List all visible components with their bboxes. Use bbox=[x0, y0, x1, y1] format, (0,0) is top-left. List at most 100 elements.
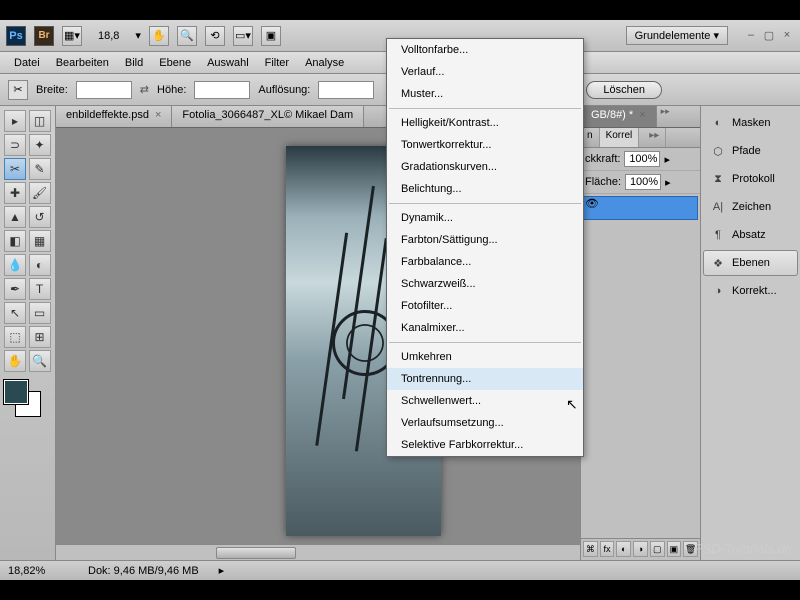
panel-paragraph[interactable]: ¶Absatz bbox=[703, 222, 798, 248]
path-tool-icon[interactable]: ↖ bbox=[4, 302, 26, 324]
minimize-icon[interactable]: – bbox=[744, 29, 758, 42]
panel-history[interactable]: ⧗Protokoll bbox=[703, 166, 798, 192]
wand-tool-icon[interactable]: ✦ bbox=[29, 134, 51, 156]
dodge-tool-icon[interactable]: ◐ bbox=[29, 254, 51, 276]
tab-overflow-icon[interactable]: ▸▸ bbox=[661, 106, 670, 127]
chevron-right-icon[interactable]: ▸ bbox=[665, 176, 671, 189]
3d-cam-icon[interactable]: ⊞ bbox=[29, 326, 51, 348]
menu-item[interactable]: Verlauf... bbox=[387, 61, 583, 83]
fill-input[interactable] bbox=[625, 174, 661, 190]
close-tab-icon[interactable]: × bbox=[639, 109, 645, 121]
chevron-right-icon[interactable]: ▸ bbox=[664, 153, 670, 166]
menu-item[interactable]: Farbton/Sättigung... bbox=[387, 229, 583, 251]
menu-item[interactable]: Farbbalance... bbox=[387, 251, 583, 273]
menu-item[interactable]: Volltonfarbe... bbox=[387, 39, 583, 61]
history-brush-icon[interactable]: ↺ bbox=[29, 206, 51, 228]
menu-item[interactable]: Dynamik... bbox=[387, 207, 583, 229]
zoom-icon[interactable]: 🔍 bbox=[177, 26, 197, 46]
document-tab[interactable]: GB/8#) *× bbox=[581, 106, 657, 127]
fx-icon[interactable]: fx bbox=[600, 541, 615, 557]
panel-overflow-icon[interactable]: ▸▸ bbox=[643, 128, 666, 147]
panel-adjustments[interactable]: ◑Korrekt... bbox=[703, 278, 798, 304]
hand-tool-icon[interactable]: ✋ bbox=[4, 350, 26, 372]
arrange-icon[interactable]: ▭▾ bbox=[233, 26, 253, 46]
menu-ebene[interactable]: Ebene bbox=[151, 57, 199, 69]
menu-analyse[interactable]: Analyse bbox=[297, 57, 352, 69]
resolution-input[interactable] bbox=[318, 81, 374, 99]
visibility-icon[interactable]: 👁 bbox=[584, 197, 600, 210]
layout-icon[interactable]: ▦▾ bbox=[62, 26, 82, 46]
3d-tool-icon[interactable]: ⬚ bbox=[4, 326, 26, 348]
fg-color-swatch[interactable] bbox=[4, 380, 28, 404]
opacity-input[interactable] bbox=[624, 151, 660, 167]
close-icon[interactable]: × bbox=[780, 29, 794, 42]
height-input[interactable] bbox=[194, 81, 250, 99]
layer-row[interactable]: 👁 bbox=[583, 196, 698, 220]
brush-tool-icon[interactable]: 🖌 bbox=[29, 182, 51, 204]
zoom-tool-icon[interactable]: 🔍 bbox=[29, 350, 51, 372]
workspace-selector[interactable]: Grundelemente ▾ bbox=[626, 26, 728, 45]
width-input[interactable] bbox=[76, 81, 132, 99]
panel-paths[interactable]: ⬡Pfade bbox=[703, 138, 798, 164]
eraser-tool-icon[interactable]: ◧ bbox=[4, 230, 26, 252]
rotate-icon[interactable]: ⟲ bbox=[205, 26, 225, 46]
menu-item[interactable]: Umkehren bbox=[387, 346, 583, 368]
screen-mode-icon[interactable]: ▣ bbox=[261, 26, 281, 46]
menu-item[interactable]: Verlaufsumsetzung... bbox=[387, 412, 583, 434]
menu-filter[interactable]: Filter bbox=[257, 57, 297, 69]
horizontal-scrollbar[interactable] bbox=[56, 544, 580, 560]
fill-label: Fläche: bbox=[585, 176, 621, 188]
type-tool-icon[interactable]: T bbox=[29, 278, 51, 300]
new-layer-icon[interactable]: ▣ bbox=[667, 541, 682, 557]
zoom-value[interactable]: 18,8 bbox=[90, 30, 127, 42]
stamp-tool-icon[interactable]: ▲ bbox=[4, 206, 26, 228]
menu-item[interactable]: Gradationskurven... bbox=[387, 156, 583, 178]
adjustment-layer-menu: Volltonfarbe... Verlauf... Muster... Hel… bbox=[386, 38, 584, 457]
marquee-tool-icon[interactable]: ◫ bbox=[29, 110, 51, 132]
menu-auswahl[interactable]: Auswahl bbox=[199, 57, 257, 69]
crop-tool-icon[interactable]: ✂ bbox=[8, 80, 28, 100]
document-tab[interactable]: enbildeffekte.psd× bbox=[56, 106, 172, 127]
swap-icon[interactable]: ⇄ bbox=[140, 83, 149, 96]
shape-tool-icon[interactable]: ▭ bbox=[29, 302, 51, 324]
pen-tool-icon[interactable]: ✒ bbox=[4, 278, 26, 300]
heal-tool-icon[interactable]: ✚ bbox=[4, 182, 26, 204]
menu-item[interactable]: Belichtung... bbox=[387, 178, 583, 200]
menu-item[interactable]: Schwellenwert... bbox=[387, 390, 583, 412]
menu-item[interactable]: Fotofilter... bbox=[387, 295, 583, 317]
menu-item[interactable]: Selektive Farbkorrektur... bbox=[387, 434, 583, 456]
adjustment-icon[interactable]: ◑ bbox=[633, 541, 648, 557]
menu-item-tontrennung[interactable]: Tontrennung... bbox=[387, 368, 583, 390]
panel-layers[interactable]: ❖Ebenen bbox=[703, 250, 798, 276]
menu-item[interactable]: Tonwertkorrektur... bbox=[387, 134, 583, 156]
chevron-right-icon[interactable]: ▸ bbox=[219, 564, 225, 577]
panel-character[interactable]: A|Zeichen bbox=[703, 194, 798, 220]
menu-datei[interactable]: Datei bbox=[6, 57, 48, 69]
menu-item[interactable]: Helligkeit/Kontrast... bbox=[387, 112, 583, 134]
color-swatches[interactable] bbox=[4, 380, 44, 420]
hand-icon[interactable]: ✋ bbox=[149, 26, 169, 46]
folder-icon[interactable]: ▢ bbox=[650, 541, 665, 557]
link-icon[interactable]: ⌘ bbox=[583, 541, 598, 557]
menu-item[interactable]: Kanalmixer... bbox=[387, 317, 583, 339]
menu-bild[interactable]: Bild bbox=[117, 57, 151, 69]
document-tab[interactable]: Fotolia_3066487_XL© Mikael Dam bbox=[172, 106, 364, 127]
close-tab-icon[interactable]: × bbox=[155, 109, 161, 121]
menu-item[interactable]: Schwarzweiß... bbox=[387, 273, 583, 295]
move-tool-icon[interactable]: ▸ bbox=[4, 110, 26, 132]
lasso-tool-icon[interactable]: ⊃ bbox=[4, 134, 26, 156]
zoom-display[interactable]: 18,82% bbox=[8, 565, 68, 577]
bridge-icon[interactable]: Br bbox=[34, 26, 54, 46]
menu-bearbeiten[interactable]: Bearbeiten bbox=[48, 57, 117, 69]
eyedropper-tool-icon[interactable]: ✎ bbox=[29, 158, 51, 180]
gradient-tool-icon[interactable]: ▦ bbox=[29, 230, 51, 252]
status-bar: 18,82% Dok: 9,46 MB/9,46 MB ▸ bbox=[0, 560, 800, 580]
blur-tool-icon[interactable]: 💧 bbox=[4, 254, 26, 276]
menu-item[interactable]: Muster... bbox=[387, 83, 583, 105]
panel-tab[interactable]: Korrel bbox=[600, 128, 640, 147]
crop-tool-icon[interactable]: ✂ bbox=[4, 158, 26, 180]
panel-masks[interactable]: ◐Masken bbox=[703, 110, 798, 136]
restore-icon[interactable]: ▢ bbox=[762, 29, 776, 42]
mask-icon[interactable]: ◐ bbox=[616, 541, 631, 557]
delete-button[interactable]: Löschen bbox=[586, 81, 662, 99]
